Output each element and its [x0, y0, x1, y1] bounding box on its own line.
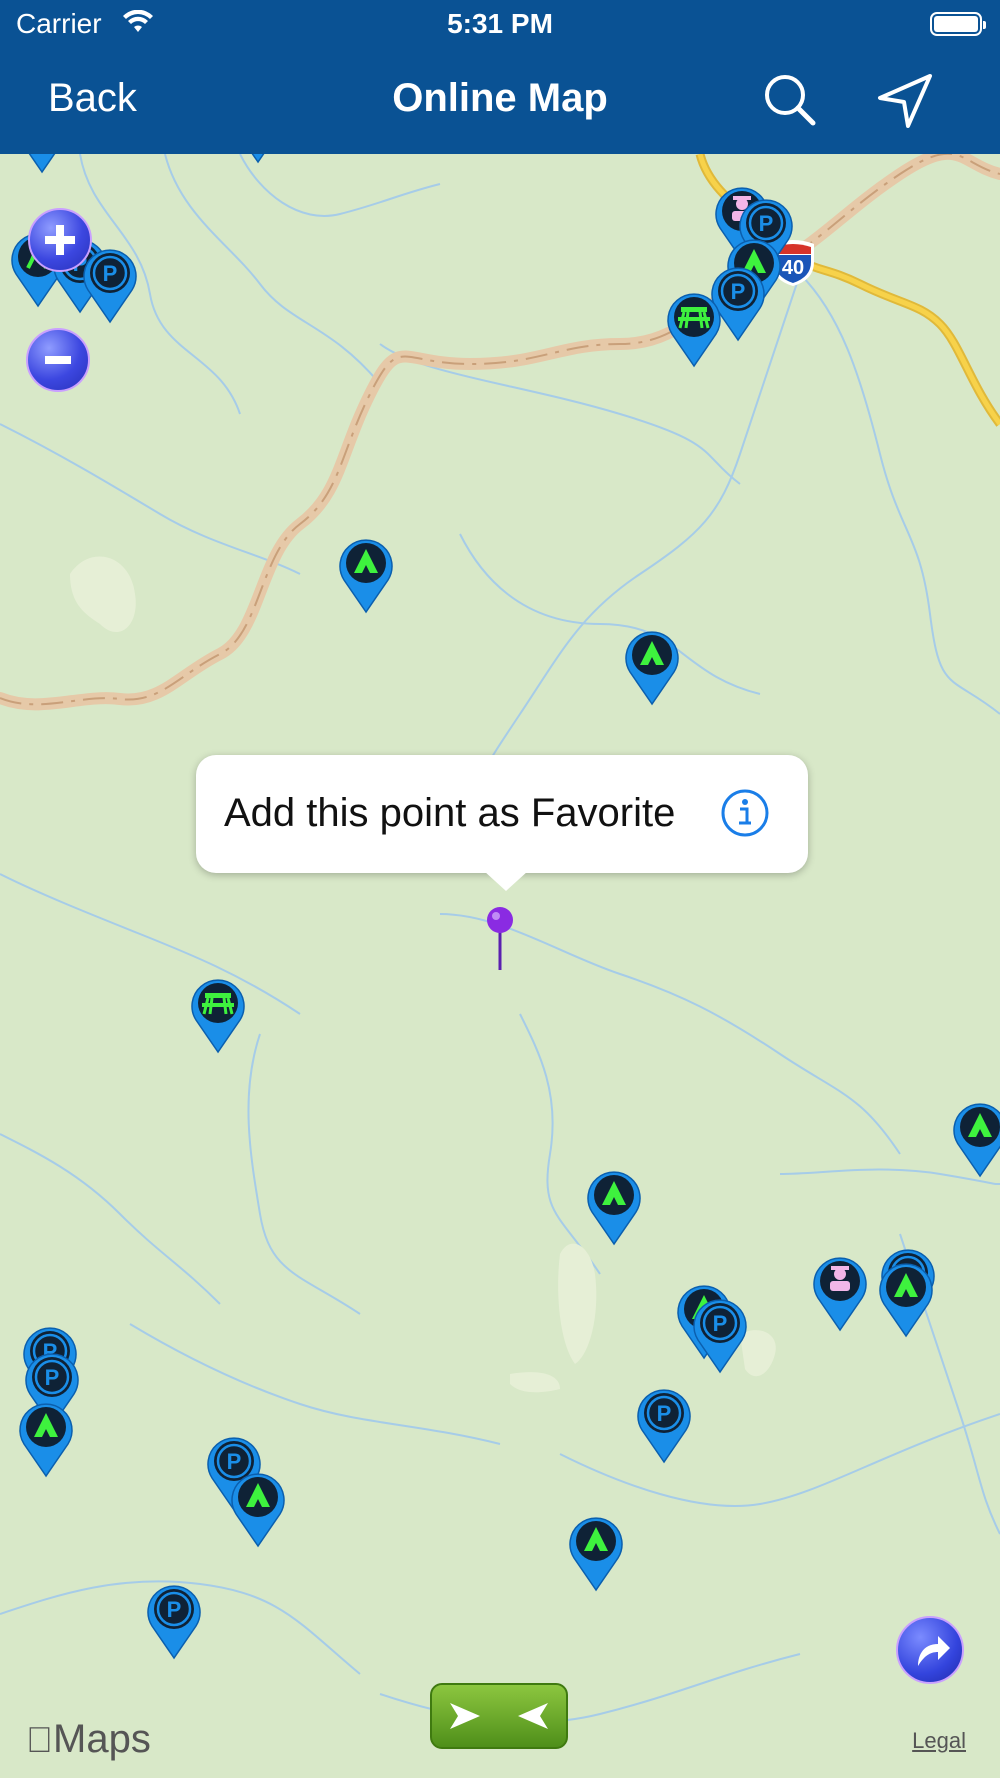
turn-arrow-icon	[918, 1636, 950, 1666]
poi-pin-camping[interactable]	[876, 1260, 936, 1338]
poi-pin-ranger[interactable]	[810, 1254, 870, 1332]
route-button[interactable]	[896, 1616, 964, 1684]
legal-link[interactable]: Legal	[912, 1728, 966, 1754]
apple-logo-icon: 	[26, 1719, 53, 1760]
page-title: Online Map	[392, 76, 608, 120]
poi-pin-parking[interactable]: P	[12, 154, 72, 174]
svg-text:P: P	[731, 279, 746, 304]
location-arrow-icon[interactable]	[874, 72, 934, 137]
svg-text:P: P	[713, 1311, 728, 1336]
expand-toggle-button[interactable]	[430, 1683, 568, 1749]
favorite-callout[interactable]: Add this point as Favorite	[196, 755, 808, 891]
chevrons-icon	[450, 1703, 548, 1729]
zoom-in-button[interactable]	[28, 208, 92, 272]
poi-pin-parking[interactable]: P	[80, 246, 140, 324]
poi-pin-camping[interactable]	[336, 536, 396, 614]
poi-pin-camping[interactable]	[622, 628, 682, 706]
poi-pin-camping[interactable]	[16, 1400, 76, 1478]
battery-icon	[930, 12, 986, 36]
status-bar: Carrier 5:31 PM	[0, 0, 1000, 50]
poi-pin-parking[interactable]: P	[690, 1296, 750, 1374]
poi-pin-camping[interactable]	[228, 154, 288, 164]
map-view[interactable]: 40 PPPPPPPPPPPPP Add this point as Favor…	[0, 154, 1000, 1778]
poi-pin-camping[interactable]	[584, 1168, 644, 1246]
plus-icon	[45, 225, 75, 255]
svg-text:P: P	[657, 1401, 672, 1426]
poi-pin-parking[interactable]: P	[634, 1386, 694, 1464]
poi-pin-camping[interactable]	[950, 1100, 1000, 1178]
top-bar: Carrier 5:31 PM Back Online Map	[0, 0, 1000, 154]
poi-pin-camping[interactable]	[228, 1470, 288, 1548]
poi-pin-picnic[interactable]	[664, 290, 724, 368]
svg-text:P: P	[45, 1365, 60, 1390]
minus-icon	[45, 356, 71, 364]
status-time: 5:31 PM	[447, 8, 553, 39]
search-icon[interactable]	[762, 72, 818, 133]
info-icon[interactable]	[720, 788, 770, 838]
maps-attribution: Maps	[26, 1717, 151, 1761]
svg-text:P: P	[103, 261, 118, 286]
favorite-pin[interactable]	[484, 906, 516, 972]
svg-text:P: P	[759, 211, 774, 236]
zoom-out-button[interactable]	[26, 328, 90, 392]
poi-pin-parking[interactable]: P	[144, 1582, 204, 1660]
poi-pin-picnic[interactable]	[188, 976, 248, 1054]
poi-pin-camping[interactable]	[566, 1514, 626, 1592]
apple-maps-logo: Maps	[26, 1717, 151, 1762]
callout-label: Add this point as Favorite	[224, 791, 676, 835]
svg-text:P: P	[167, 1597, 182, 1622]
